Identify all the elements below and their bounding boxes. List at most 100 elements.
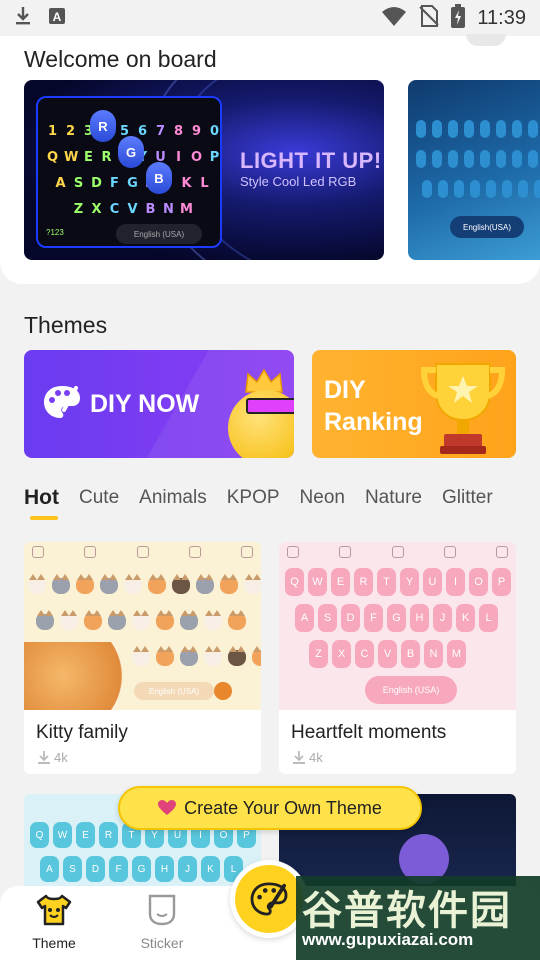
- theme-preview: English (USA): [24, 542, 261, 710]
- kb-row: ZXCVBNM: [309, 640, 466, 668]
- watermark-title: 谷普软件园: [302, 888, 512, 934]
- tab-glitter[interactable]: Glitter: [442, 484, 493, 524]
- diy-ranking-banner[interactable]: DIY Ranking: [312, 350, 516, 458]
- palette-icon: [250, 882, 288, 916]
- key: O: [469, 568, 488, 596]
- key: C: [109, 202, 120, 217]
- key: L: [479, 604, 498, 632]
- key: 1: [47, 124, 58, 139]
- kb-row: QWERTYUIOP: [285, 568, 511, 596]
- tab-animals[interactable]: Animals: [139, 484, 207, 524]
- key: F: [364, 604, 383, 632]
- tab-kpop[interactable]: KPOP: [227, 484, 280, 524]
- space-bar: English(USA): [450, 216, 524, 238]
- key: G: [132, 856, 151, 882]
- key: 9: [191, 124, 202, 139]
- key: D: [341, 604, 360, 632]
- welcome-title: Welcome on board: [24, 46, 217, 72]
- space-bar: English (USA): [116, 224, 202, 244]
- key: W: [64, 150, 79, 165]
- nav-sticker-label: Sticker: [140, 935, 184, 951]
- key: H: [410, 604, 429, 632]
- key: H: [155, 856, 174, 882]
- keyboard-toolbar: [287, 546, 508, 558]
- tab-nature[interactable]: Nature: [365, 484, 422, 524]
- key: K: [181, 176, 192, 191]
- key: E: [84, 150, 93, 165]
- banner-led-rgb[interactable]: 1 2 3 4 5 6 7 8 9 0 Q W E R T Y U I O: [24, 80, 384, 260]
- key: M: [180, 202, 193, 217]
- key: Z: [309, 640, 328, 668]
- diy-now-banner[interactable]: DIY NOW: [24, 350, 294, 458]
- banner-subline: Style Cool Led RGB: [240, 174, 357, 189]
- key: R: [101, 150, 112, 165]
- key: Y: [400, 568, 419, 596]
- key: Q: [30, 822, 49, 848]
- nav-sticker[interactable]: Sticker: [122, 894, 202, 951]
- key: O: [190, 150, 203, 165]
- key: V: [127, 202, 138, 217]
- theme-card-heartfelt-moments[interactable]: QWERTYUIOP ASDFGHJKL ZXCVBNM English (US…: [279, 542, 516, 774]
- key: V: [378, 640, 397, 668]
- trophy-icon: [420, 363, 506, 454]
- kb-row: ASDFGHJKL: [40, 856, 243, 882]
- kb-row: [416, 150, 540, 168]
- key: X: [332, 640, 351, 668]
- key: J: [433, 604, 452, 632]
- diy-ranking-line2: Ranking: [324, 408, 423, 436]
- key: A: [295, 604, 314, 632]
- kb-row-asdf: A S D F G H J K L: [54, 176, 211, 191]
- kb-row-zxcv: Z X C V B N M: [72, 202, 193, 217]
- key: G: [387, 604, 406, 632]
- key: A: [55, 176, 66, 191]
- key: K: [456, 604, 475, 632]
- key: 6: [137, 124, 148, 139]
- download-icon: [14, 6, 32, 31]
- key: P: [492, 568, 511, 596]
- kb-row: ASDFGHJKL: [295, 604, 498, 632]
- key: I: [446, 568, 465, 596]
- cat-row: [36, 610, 246, 630]
- led-key-b: B: [146, 162, 172, 194]
- palette-icon: [44, 386, 80, 418]
- led-key-g: G: [118, 136, 144, 168]
- card-title: Heartfelt moments: [291, 722, 447, 743]
- key: 0: [209, 124, 220, 139]
- avatar[interactable]: [466, 34, 506, 46]
- wifi-icon: [381, 6, 407, 31]
- status-bar: A 11:39: [0, 0, 540, 36]
- orange-dot: [214, 682, 232, 700]
- key: R: [99, 822, 118, 848]
- tab-cute[interactable]: Cute: [79, 484, 119, 524]
- create-theme-button[interactable]: Create Your Own Theme: [118, 786, 422, 830]
- download-icon: [38, 751, 50, 764]
- download-count: 4k: [38, 750, 68, 765]
- key: P: [209, 150, 220, 165]
- key: E: [76, 822, 95, 848]
- key: W: [308, 568, 327, 596]
- key: M: [447, 640, 466, 668]
- key: 2: [65, 124, 76, 139]
- kb-row: [422, 180, 540, 198]
- key: Q: [285, 568, 304, 596]
- site-watermark: 谷普软件园 www.gupuxiazai.com: [296, 876, 540, 960]
- nav-theme-label: Theme: [32, 935, 76, 951]
- category-tabs: Hot Cute Animals KPOP Neon Nature Glitte…: [24, 484, 513, 524]
- nav-theme[interactable]: Theme: [14, 894, 94, 951]
- banner-blue-keyboard[interactable]: English(USA): [408, 80, 540, 260]
- tshirt-icon: [36, 894, 72, 926]
- key: F: [109, 856, 128, 882]
- status-time: 11:39: [477, 6, 526, 29]
- theme-card-kitty-family[interactable]: English (USA) Kitty family 4k: [24, 542, 261, 774]
- space-bar: English (USA): [134, 682, 214, 700]
- cat-row: [28, 574, 261, 594]
- welcome-card: Welcome on board 1 2 3 4 5 6 7 8 9 0 Q W…: [0, 34, 540, 284]
- tab-neon[interactable]: Neon: [300, 484, 345, 524]
- led-key-r: R: [90, 110, 116, 142]
- download-count-value: 4k: [309, 750, 323, 765]
- mode-key: ?123: [46, 228, 64, 237]
- download-icon: [293, 751, 305, 764]
- sticker-icon: [148, 894, 176, 926]
- keyboard-toolbar: [32, 546, 253, 558]
- svg-text:A: A: [53, 10, 62, 24]
